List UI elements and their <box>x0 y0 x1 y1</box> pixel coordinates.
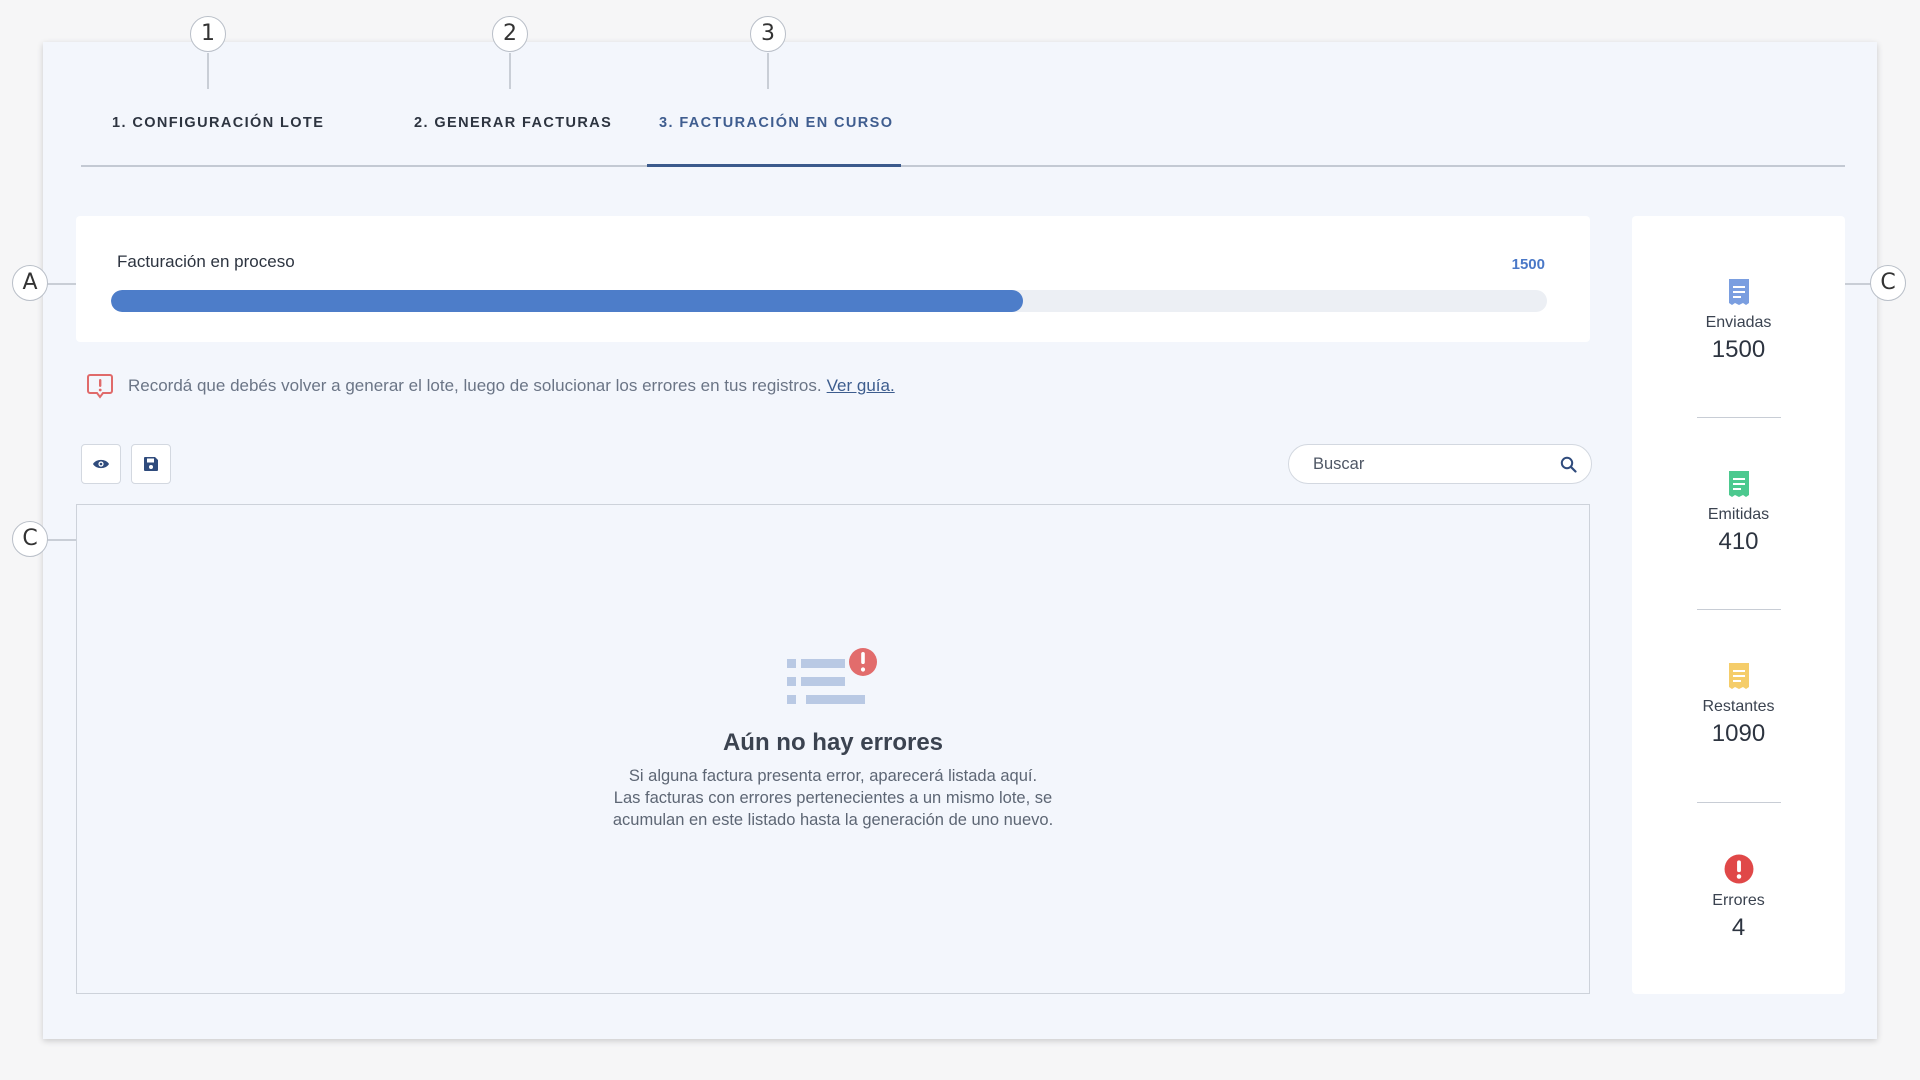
stat-divider <box>1697 609 1781 610</box>
save-button[interactable] <box>131 444 171 484</box>
progress-track <box>111 290 1547 312</box>
search-box[interactable] <box>1288 444 1592 484</box>
stat-value: 4 <box>1731 914 1746 941</box>
annotation-marker-step-1: 1 <box>190 16 226 52</box>
empty-state: Aún no hay errores Si alguna factura pre… <box>77 645 1589 831</box>
stat-value: 1090 <box>1711 720 1766 747</box>
tab-facturacion-en-curso[interactable]: 3. FACTURACIÓN EN CURSO <box>659 115 893 161</box>
alert-message: Recordá que debés volver a generar el lo… <box>86 371 895 401</box>
stat-enviadas: Enviadas 1500 <box>1632 278 1845 364</box>
eye-icon <box>93 459 109 469</box>
stat-restantes: Restantes 1090 <box>1632 662 1845 748</box>
annotation-marker-step-3: 3 <box>750 16 786 52</box>
progress-value: 1500 <box>1511 256 1545 273</box>
view-button[interactable] <box>81 444 121 484</box>
search-icon[interactable] <box>1560 456 1577 473</box>
receipt-icon <box>1728 663 1749 689</box>
stat-label: Errores <box>1712 892 1765 909</box>
alert-text: Recordá que debés volver a generar el lo… <box>128 376 822 395</box>
error-icon <box>1724 854 1753 884</box>
annotation-marker-a: A <box>12 265 48 301</box>
stat-label: Enviadas <box>1705 314 1772 331</box>
stat-divider <box>1697 417 1781 418</box>
tab-generar-facturas[interactable]: 2. GENERAR FACTURAS <box>414 115 612 161</box>
annotation-marker-step-2: 2 <box>492 16 528 52</box>
stat-label: Restantes <box>1702 698 1775 715</box>
search-input[interactable] <box>1313 445 1553 483</box>
receipt-icon <box>1728 279 1749 305</box>
stat-errores: Errores 4 <box>1632 854 1845 942</box>
stat-divider <box>1697 802 1781 803</box>
active-tab-indicator <box>647 164 901 167</box>
stat-label: Emitidas <box>1707 506 1770 523</box>
empty-state-description: Si alguna factura presenta error, aparec… <box>77 765 1589 831</box>
empty-state-line-1: Si alguna factura presenta error, aparec… <box>628 767 1038 785</box>
receipt-icon <box>1728 471 1749 497</box>
stat-value: 1500 <box>1711 336 1766 363</box>
empty-state-line-3: acumulan en este listado hasta la genera… <box>612 811 1054 829</box>
progress-label: Facturación en proceso <box>117 252 295 271</box>
empty-state-title: Aún no hay errores <box>722 729 944 756</box>
tab-configuracion-lote[interactable]: 1. CONFIGURACIÓN LOTE <box>112 115 324 161</box>
stat-value: 410 <box>1718 528 1759 555</box>
annotation-marker-c-left: C <box>12 521 48 557</box>
progress-card: Facturación en proceso 1500 <box>76 216 1590 342</box>
tabs-divider <box>81 165 1845 167</box>
alert-speech-icon <box>87 374 113 399</box>
empty-state-line-2: Las facturas con errores pertenecientes … <box>613 789 1053 807</box>
floppy-disk-icon <box>144 457 158 471</box>
annotation-marker-c-right: C <box>1870 265 1906 301</box>
stats-panel: Enviadas 1500 Emitidas 410 Restantes 109… <box>1632 216 1845 994</box>
progress-fill <box>111 290 1023 312</box>
guide-link[interactable]: Ver guía. <box>827 376 895 396</box>
errors-table-panel: Aún no hay errores Si alguna factura pre… <box>76 504 1590 994</box>
stat-emitidas: Emitidas 410 <box>1632 470 1845 556</box>
list-error-icon <box>787 646 879 704</box>
